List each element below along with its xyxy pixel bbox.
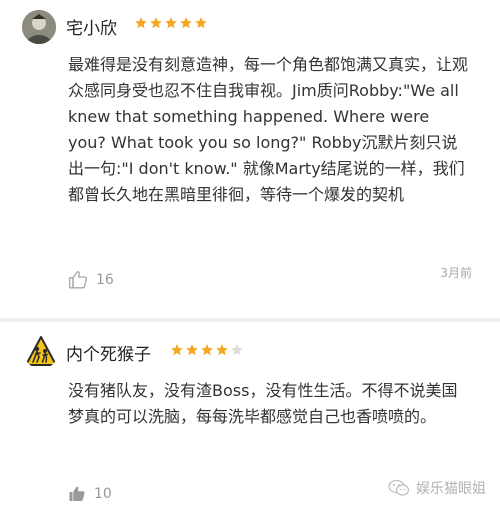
star-icon — [201, 344, 213, 356]
star-icon — [180, 17, 192, 29]
watermark: 娱乐猫眼姐 — [388, 478, 486, 498]
star-icon — [171, 344, 183, 356]
star-icon — [216, 344, 228, 356]
star-icon — [150, 17, 162, 29]
star-icon — [135, 17, 147, 29]
star-icon — [195, 17, 207, 29]
avatar[interactable] — [24, 335, 58, 369]
wechat-icon — [388, 479, 410, 496]
rating-stars — [170, 343, 244, 357]
review-card: 宅小欣 最难得是没有刻意造神，每一个角色都饱满又真实，让观众感同身受也忍不住自我… — [0, 0, 500, 318]
thumbs-up-icon — [69, 271, 88, 289]
star-empty-icon — [231, 344, 243, 356]
like-count: 16 — [96, 271, 114, 288]
rating-stars — [134, 16, 208, 30]
review-time: 3月前 — [440, 266, 472, 280]
like-button[interactable]: 10 — [68, 485, 112, 502]
review-text: 最难得是没有刻意造神，每一个角色都饱满又真实，让观众感同身受也忍不住自我审视。J… — [68, 55, 469, 204]
watermark-text: 娱乐猫眼姐 — [416, 481, 486, 497]
star-icon — [186, 344, 198, 356]
review-text: 没有猪队友，没有渣Boss，没有性生活。不得不说美国梦真的可以洗脑，每每洗毕都感… — [68, 381, 458, 426]
thumbs-up-icon — [69, 486, 85, 501]
like-button[interactable]: 16 — [68, 270, 114, 289]
like-count: 10 — [94, 485, 112, 502]
username[interactable]: 内个死猴子 — [66, 340, 151, 365]
avatar[interactable] — [22, 10, 56, 44]
username[interactable]: 宅小欣 — [66, 14, 117, 39]
star-icon — [165, 17, 177, 29]
